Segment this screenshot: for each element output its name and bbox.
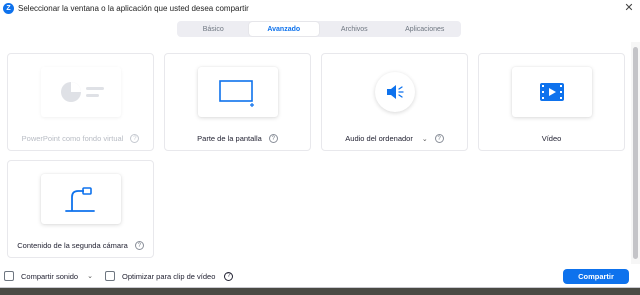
document-camera-icon — [65, 187, 95, 212]
card-video[interactable]: Vídeo — [478, 53, 625, 151]
help-icon[interactable]: ? — [130, 134, 140, 143]
card-second-camera[interactable]: Contenido de la segunda cámara ? — [7, 160, 154, 258]
scrollbar[interactable] — [631, 42, 640, 264]
help-icon[interactable]: ? — [134, 241, 144, 250]
chevron-down-icon[interactable]: ⌄ — [422, 135, 428, 143]
title-bar: Z Seleccionar la ventana o la aplicación… — [0, 0, 640, 17]
tab-bar: Básico Avanzado Archivos Aplicaciones — [177, 21, 461, 37]
optimize-video-label: Optimizar para clip de vídeo — [121, 271, 216, 281]
card-label: Audio del ordenador — [345, 134, 413, 143]
powerpoint-background-icon — [61, 82, 104, 102]
powerpoint-background-thumbnail — [41, 67, 121, 117]
share-options-grid: PowerPoint como fondo virtual ? Parte de… — [0, 42, 631, 262]
share-screen-dialog: Z Seleccionar la ventana o la aplicación… — [0, 0, 640, 288]
share-sound-checkbox[interactable] — [4, 271, 14, 281]
share-sound-label: Compartir sonido — [21, 271, 79, 281]
help-icon[interactable]: ? — [224, 271, 234, 281]
bottom-bar: Compartir sonido ⌄ Optimizar para clip d… — [0, 264, 640, 288]
share-button[interactable]: Compartir — [563, 269, 629, 284]
scrollbar-thumb[interactable] — [633, 47, 638, 259]
screen-portion-icon — [219, 80, 254, 107]
computer-audio-thumbnail — [355, 67, 435, 117]
card-computer-audio[interactable]: Audio del ordenador ⌄ ? — [321, 53, 468, 151]
speaker-icon — [387, 85, 404, 99]
card-label: Parte de la pantalla — [197, 134, 262, 143]
card-label: Vídeo — [541, 134, 562, 143]
window-title: Seleccionar la ventana o la aplicación q… — [18, 4, 249, 13]
second-camera-thumbnail — [41, 174, 121, 224]
help-icon[interactable]: ? — [434, 134, 444, 143]
card-screen-portion[interactable]: Parte de la pantalla ? — [164, 53, 311, 151]
tab-aplicaciones[interactable]: Aplicaciones — [390, 22, 461, 36]
optimize-video-checkbox[interactable] — [104, 271, 115, 281]
chevron-down-icon[interactable]: ⌄ — [87, 272, 93, 280]
tab-basico[interactable]: Básico — [178, 22, 249, 36]
tab-archivos[interactable]: Archivos — [319, 22, 390, 36]
tab-avanzado[interactable]: Avanzado — [248, 22, 319, 36]
card-powerpoint-background[interactable]: PowerPoint como fondo virtual ? — [7, 53, 154, 151]
video-thumbnail — [512, 67, 592, 117]
card-label: PowerPoint como fondo virtual — [21, 134, 124, 143]
card-label: Contenido de la segunda cámara — [17, 241, 128, 250]
help-icon[interactable]: ? — [268, 134, 278, 143]
close-button[interactable]: ✕ — [622, 2, 636, 15]
zoom-logo-icon: Z — [3, 3, 14, 14]
screen-portion-thumbnail — [198, 67, 278, 117]
speaker-icon-circle — [375, 72, 415, 112]
film-icon — [540, 83, 564, 101]
